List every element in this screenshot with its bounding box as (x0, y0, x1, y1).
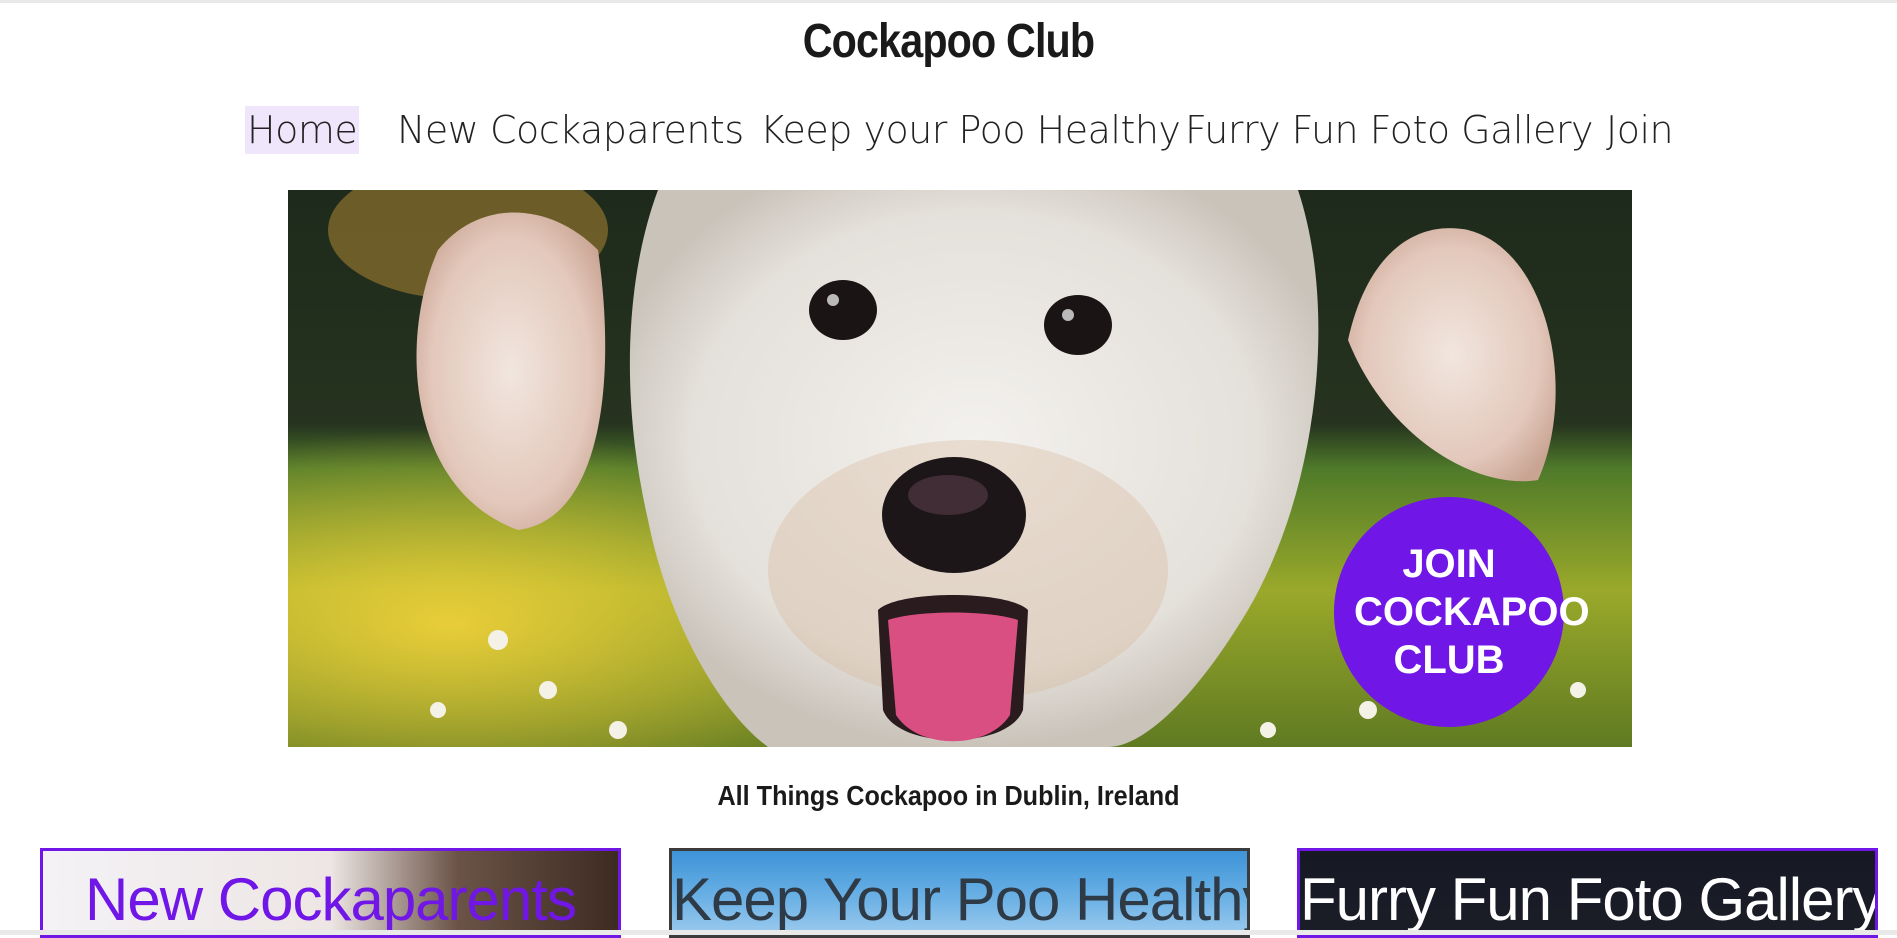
nav-item-furry-fun-foto-gallery[interactable]: Furry Fun Foto Gallery (1185, 106, 1594, 154)
main-nav: Home New Cockaparents Keep your Poo Heal… (0, 106, 1897, 160)
join-club-button[interactable]: JOIN COCKAPOO CLUB (1334, 497, 1590, 727)
card-new-cockaparents[interactable]: New Cockaparents (40, 848, 621, 938)
card-furry-fun-foto-gallery[interactable]: Furry Fun Foto Gallery (1297, 848, 1878, 938)
card-title: Keep Your Poo Healthy (672, 866, 1250, 933)
nav-item-new-cockaparents[interactable]: New Cockaparents (397, 106, 744, 154)
card-title: Furry Fun Foto Gallery (1300, 866, 1878, 933)
card-keep-your-poo-healthy[interactable]: Keep Your Poo Healthy (669, 848, 1250, 938)
nav-item-home[interactable]: Home (245, 106, 360, 154)
bottom-divider (0, 930, 1897, 935)
card-title: New Cockaparents (85, 866, 577, 933)
join-club-label: JOIN COCKAPOO CLUB (1354, 542, 1590, 682)
tagline: All Things Cockapoo in Dublin, Ireland (717, 780, 1180, 811)
nav-item-keep-your-poo-healthy[interactable]: Keep your Poo Healthy (760, 106, 1181, 154)
site-title[interactable]: Cockapoo Club (133, 14, 1764, 69)
nav-item-join[interactable]: Join (1606, 106, 1674, 154)
top-divider (0, 0, 1897, 3)
